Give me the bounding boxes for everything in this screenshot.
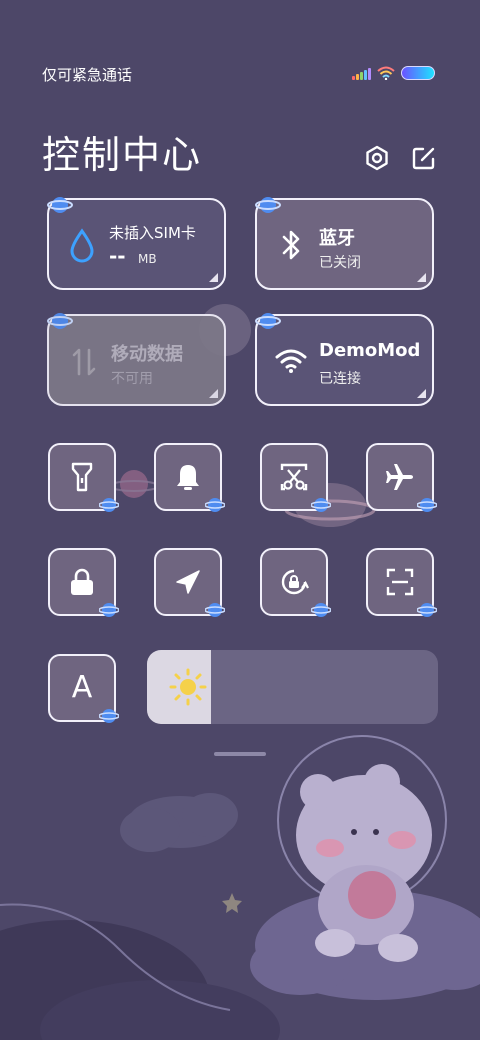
wifi-status: 已连接 [319, 371, 361, 387]
planet-icon [205, 603, 225, 617]
sim-data-tile[interactable]: 未插入SIM卡 -- MB [47, 197, 226, 290]
status-icons [352, 66, 435, 80]
expand-corner-icon [417, 273, 426, 282]
bell-icon [177, 465, 199, 490]
page-title: 控制中心 [42, 133, 203, 177]
lock-icon [71, 568, 93, 595]
planet-icon [255, 313, 281, 329]
expand-corner-icon [209, 273, 218, 282]
font-size-toggle[interactable]: A [48, 654, 119, 723]
planet-icon [99, 709, 119, 723]
location-toggle[interactable] [154, 548, 225, 617]
data-usage-value: -- [109, 244, 126, 268]
wifi-tile[interactable]: DemoMod 已连接 [255, 313, 434, 406]
lock-screen-toggle[interactable] [48, 548, 119, 617]
planet-icon [311, 603, 331, 617]
settings-icon[interactable] [363, 144, 391, 172]
scissors-icon [280, 463, 308, 491]
signal-icon [352, 68, 371, 80]
rotation-lock-icon [281, 569, 309, 595]
planet-icon [255, 197, 281, 213]
bluetooth-status: 已关闭 [319, 255, 361, 271]
edit-icon[interactable] [410, 144, 438, 172]
bluetooth-icon [282, 230, 300, 260]
wifi-status-icon [377, 66, 395, 80]
wifi-network-name: DemoMod [319, 340, 421, 361]
flashlight-icon [71, 462, 93, 492]
planet-icon [311, 498, 331, 512]
notification-toggle[interactable] [154, 443, 225, 512]
planet-icon [47, 197, 73, 213]
planet-icon [47, 313, 73, 329]
scanner-toggle[interactable] [366, 548, 437, 617]
planet-icon [417, 603, 437, 617]
rotation-lock-toggle[interactable] [260, 548, 331, 617]
font-icon: A [71, 670, 93, 705]
bluetooth-title: 蓝牙 [319, 228, 355, 249]
screenshot-toggle[interactable] [260, 443, 331, 512]
sun-icon [169, 668, 207, 706]
planet-icon [99, 498, 119, 512]
water-drop-icon [70, 228, 94, 263]
airplane-toggle[interactable] [366, 443, 437, 512]
bluetooth-tile[interactable]: 蓝牙 已关闭 [255, 197, 434, 290]
planet-icon [417, 498, 437, 512]
flashlight-toggle[interactable] [48, 443, 119, 512]
wifi-icon [275, 349, 307, 373]
drag-handle[interactable] [214, 752, 266, 756]
scan-icon [386, 568, 414, 596]
planet-icon [99, 603, 119, 617]
data-arrows-icon [72, 348, 96, 376]
expand-corner-icon [417, 389, 426, 398]
sim-status-title: 未插入SIM卡 [109, 224, 196, 242]
brightness-slider[interactable] [147, 650, 438, 724]
location-arrow-icon [176, 570, 200, 594]
mobile-data-tile[interactable]: 移动数据 不可用 [47, 313, 226, 406]
airplane-icon [386, 464, 413, 490]
battery-icon [401, 66, 435, 80]
mobile-data-title: 移动数据 [111, 344, 183, 365]
expand-corner-icon [209, 389, 218, 398]
status-carrier-text: 仅可紧急通话 [42, 66, 133, 84]
mobile-data-status: 不可用 [111, 371, 153, 387]
data-usage-unit: MB [138, 252, 157, 266]
planet-icon [205, 498, 225, 512]
